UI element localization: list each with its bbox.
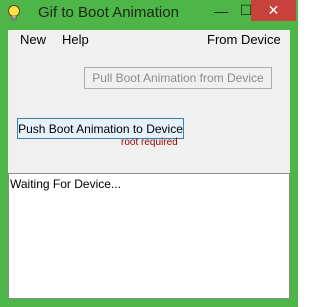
- menu-bar: New Help From Device: [8, 30, 290, 50]
- push-boot-animation-button[interactable]: Push Boot Animation to Device: [17, 118, 184, 139]
- menu-help[interactable]: Help: [62, 33, 89, 47]
- lightbulb-icon: [8, 5, 20, 21]
- window-title: Gif to Boot Animation: [38, 4, 179, 21]
- menu-from-device[interactable]: From Device: [207, 33, 281, 47]
- app-window: Gif to Boot Animation — ☐ ✕ New Help Fro…: [0, 0, 298, 307]
- pull-boot-animation-button[interactable]: Pull Boot Animation from Device: [84, 67, 272, 89]
- close-button[interactable]: ✕: [251, 0, 296, 21]
- minimize-button[interactable]: —: [208, 0, 234, 21]
- minimize-icon: —: [214, 2, 228, 19]
- menu-new[interactable]: New: [20, 33, 46, 47]
- status-log-text: Waiting For Device...: [10, 177, 121, 191]
- root-required-label: root required: [121, 137, 178, 148]
- client-area: New Help From Device Pull Boot Animation…: [8, 30, 290, 299]
- status-log[interactable]: Waiting For Device...: [8, 173, 290, 299]
- title-bar[interactable]: Gif to Boot Animation — ☐ ✕: [0, 0, 298, 28]
- close-icon: ✕: [267, 2, 280, 18]
